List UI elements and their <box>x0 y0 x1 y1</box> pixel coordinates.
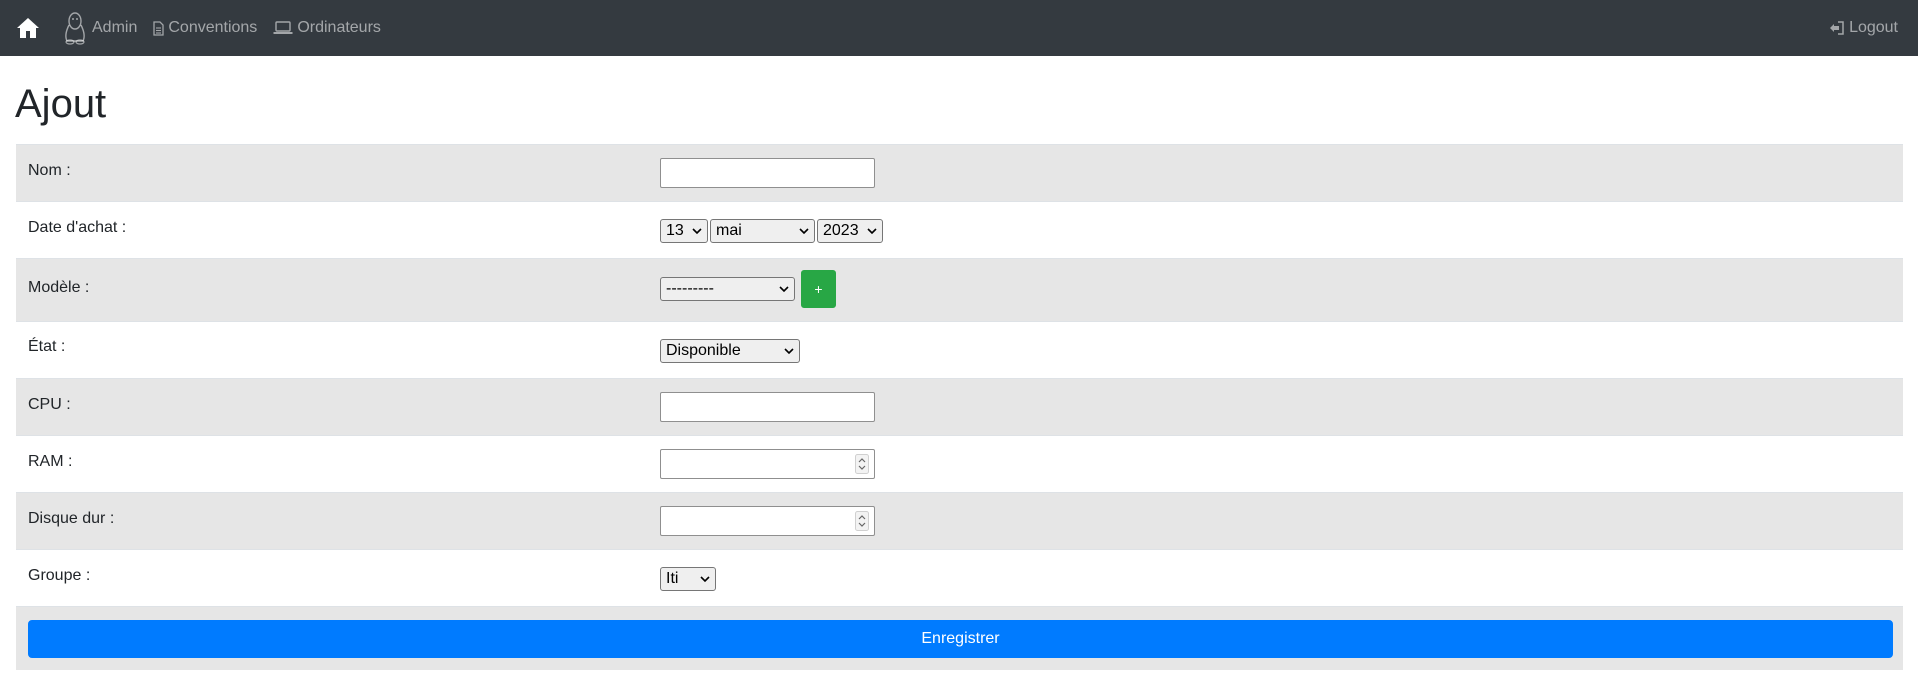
cpu-input[interactable] <box>660 392 875 422</box>
form-row-groupe: Groupe : Iti <box>16 549 1903 606</box>
cpu-label: CPU : <box>28 396 71 413</box>
form-row-etat: État : Disponible <box>16 321 1903 378</box>
logout-label: Logout <box>1849 19 1898 36</box>
disque-label: Disque dur : <box>28 510 115 527</box>
year-select-value: 2023 <box>823 222 859 239</box>
form-row-nom: Nom : <box>16 144 1903 201</box>
submit-button[interactable]: Enregistrer <box>28 620 1893 658</box>
chevron-down-icon <box>779 285 789 293</box>
nav-link-admin-label: Admin <box>92 19 138 36</box>
home-icon[interactable] <box>14 14 42 42</box>
etat-select[interactable]: Disponible <box>660 339 800 363</box>
nav-link-conventions-label: Conventions <box>168 19 258 36</box>
form-row-submit: Enregistrer <box>16 606 1903 670</box>
laptop-icon <box>273 21 293 35</box>
ram-input[interactable] <box>660 449 875 479</box>
spinner-icon[interactable] <box>855 511 869 531</box>
add-modele-button[interactable]: + <box>801 270 836 308</box>
form-row-cpu: CPU : <box>16 378 1903 435</box>
form-row-date-achat: Date d'achat : 13 mai 2023 <box>16 201 1903 258</box>
form-row-modele: Modèle : --------- + <box>16 258 1903 321</box>
groupe-label: Groupe : <box>28 567 91 584</box>
groupe-select-value: Iti <box>666 570 679 587</box>
groupe-select[interactable]: Iti <box>660 567 716 591</box>
cpu-field-wrap <box>660 392 875 422</box>
nav-link-admin[interactable]: Admin <box>62 11 137 45</box>
form-row-ram: RAM : <box>16 435 1903 492</box>
form-row-disque: Disque dur : <box>16 492 1903 549</box>
year-select[interactable]: 2023 <box>817 219 883 243</box>
disque-field-wrap <box>660 506 875 536</box>
modele-label: Modèle : <box>28 279 90 296</box>
document-icon <box>153 20 165 36</box>
chevron-down-icon <box>700 575 710 583</box>
spinner-icon[interactable] <box>855 454 869 474</box>
modele-select-value: --------- <box>666 280 714 297</box>
etat-select-value: Disponible <box>666 342 741 359</box>
modele-select[interactable]: --------- <box>660 277 795 301</box>
logout-link[interactable]: Logout <box>1829 0 1898 56</box>
ram-label: RAM : <box>28 453 73 470</box>
nav-link-conventions[interactable]: Conventions <box>153 19 257 37</box>
nav-link-ordinateurs-label: Ordinateurs <box>297 19 381 36</box>
nom-field-wrap <box>660 158 875 188</box>
nav-links: Admin Conventions Ordinateurs <box>62 0 397 56</box>
etat-label: État : <box>28 338 66 355</box>
day-select-value: 13 <box>666 222 684 239</box>
date-achat-field-wrap: 13 mai 2023 <box>660 219 885 243</box>
disque-input[interactable] <box>660 506 875 536</box>
page-title: Ajout <box>15 82 107 126</box>
ram-field-wrap <box>660 449 875 479</box>
chevron-down-icon <box>692 227 702 235</box>
day-select[interactable]: 13 <box>660 219 708 243</box>
groupe-field-wrap: Iti <box>660 567 718 591</box>
chevron-down-icon <box>799 227 809 235</box>
month-select[interactable]: mai <box>710 219 815 243</box>
nav-link-ordinateurs[interactable]: Ordinateurs <box>273 19 381 37</box>
ram-number-wrap <box>660 449 875 479</box>
date-achat-label: Date d'achat : <box>28 219 127 236</box>
month-select-value: mai <box>716 222 742 239</box>
top-navbar: Admin Conventions Ordinateurs Logout <box>0 0 1918 56</box>
chevron-down-icon <box>784 347 794 355</box>
add-form: Nom : Date d'achat : 13 mai 2023 Modèle … <box>16 144 1903 670</box>
disque-number-wrap <box>660 506 875 536</box>
nom-label: Nom : <box>28 162 71 179</box>
etat-field-wrap: Disponible <box>660 339 802 363</box>
modele-field-wrap: --------- + <box>660 270 836 308</box>
nom-input[interactable] <box>660 158 875 188</box>
linux-penguin-icon <box>62 11 88 45</box>
sign-out-icon <box>1829 21 1845 35</box>
chevron-down-icon <box>867 227 877 235</box>
